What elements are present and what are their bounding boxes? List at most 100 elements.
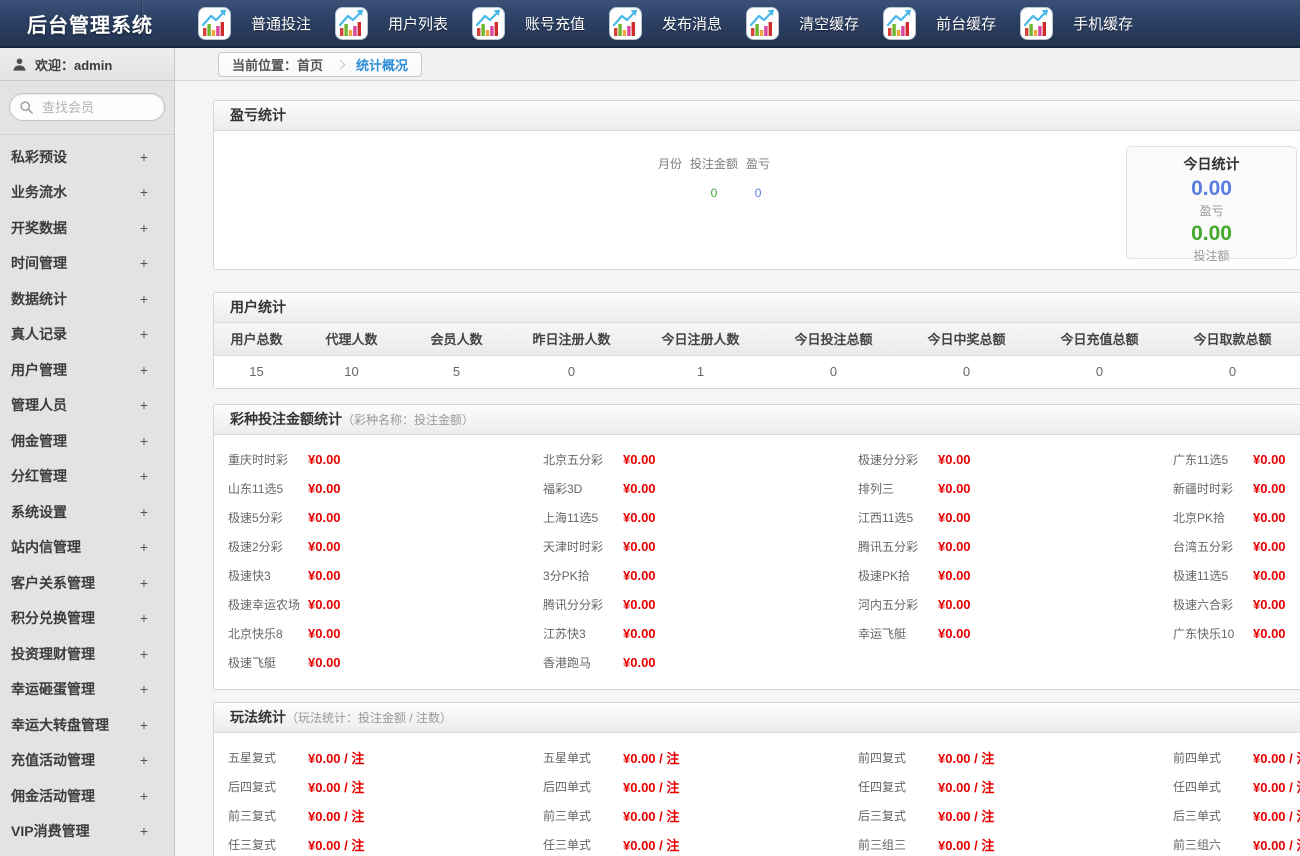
today-profit-label: 盈亏: [1199, 204, 1224, 218]
sidebar-item-administrators[interactable]: 管理人员 +: [0, 388, 174, 424]
breadcrumb: 当前位置：首页 统计概况: [218, 51, 423, 77]
expand-plus-icon: +: [139, 326, 148, 343]
expand-plus-icon: +: [139, 752, 148, 769]
sidebar-item-private-lottery-preset[interactable]: 私彩预设 +: [0, 139, 174, 175]
expand-plus-icon: +: [139, 716, 148, 733]
user-stats-table: 用户总数 代理人数 会员人数 昨日注册人数 今日注册人数 今日投注总额 今日中奖…: [214, 323, 1300, 388]
breadcrumb-current[interactable]: 统计概况: [356, 55, 408, 74]
sidebar-item-time-management[interactable]: 时间管理 +: [0, 246, 174, 282]
expand-plus-icon: +: [139, 787, 148, 804]
play-stat: 后四单式 ¥0.00 / 注: [543, 780, 680, 795]
breadcrumb-home[interactable]: 当前位置：首页: [232, 55, 323, 74]
topnav-item-label: 前台缓存: [936, 15, 997, 33]
topnav-item-label: 发布消息: [662, 15, 723, 33]
lottery-stat: 3分PK拾 ¥0.00: [543, 568, 656, 583]
sidebar-item-recharge-activity[interactable]: 充值活动管理 +: [0, 743, 174, 779]
lottery-grid: 重庆时时彩 ¥0.00 北京五分彩 ¥0.00 极速分分彩 ¥0.00 广东11选5 ¥…: [214, 435, 1300, 689]
expand-plus-icon: +: [139, 184, 148, 201]
topnav-item-mobile-cache[interactable]: 手机缓存: [1020, 6, 1133, 40]
lottery-stat: 河内五分彩 ¥0.00: [858, 597, 971, 612]
play-stat: 前三单式 ¥0.00 / 注: [543, 809, 680, 824]
lottery-amount-panel: 彩种投注金额统计（彩种名称：投注金额） 重庆时时彩 ¥0.00 北京五分彩 ¥0.0…: [213, 404, 1300, 690]
profit-chart-area: 月份 投注金额 0 盈亏 0 今日统计 0.00 盈亏 0.00 投注额: [214, 131, 1300, 269]
bar-chart-icon: [609, 6, 643, 40]
play-stat: 前三组三 ¥0.00 / 注: [858, 838, 995, 853]
topnav-item-user-list[interactable]: 用户列表: [335, 6, 449, 40]
lottery-stat: 极速5分彩 ¥0.00: [228, 510, 341, 525]
bar-chart-icon: [198, 6, 231, 40]
cell-value: 10: [299, 355, 404, 388]
expand-plus-icon: +: [139, 397, 148, 414]
sidebar: 欢迎：admin 私彩预设+ 业务流水+ 开奖数据+ 时间管理+ 数据统计+ 真…: [0, 48, 175, 856]
topnav-item-account-recharge[interactable]: 账号充值: [472, 6, 586, 40]
sidebar-item-commission-management[interactable]: 佣金管理 +: [0, 423, 174, 459]
lottery-stat: 香港跑马 ¥0.00: [543, 655, 656, 670]
col-header: 昨日注册人数: [509, 323, 634, 356]
lottery-stat: 幸运飞艇 ¥0.00: [858, 626, 971, 641]
sidebar-item-business-flow[interactable]: 业务流水 +: [0, 175, 174, 211]
sidebar-item-draw-data[interactable]: 开奖数据 +: [0, 210, 174, 246]
play-stat: 后四复式 ¥0.00 / 注: [228, 780, 365, 795]
search-icon: [20, 101, 33, 114]
legend-profit-value: 0: [754, 186, 762, 200]
bar-chart-icon: [746, 6, 780, 40]
bar-chart-icon: [472, 6, 506, 40]
lottery-panel-title: 彩种投注金额统计: [230, 411, 342, 427]
topnav-item-label: 账号充值: [525, 15, 586, 33]
today-profit-value: 0.00: [1191, 177, 1232, 200]
topnav-item-clear-cache[interactable]: 清空缓存: [746, 6, 859, 40]
play-stat: 任三单式 ¥0.00 / 注: [543, 838, 680, 853]
col-header: 今日投注总额: [767, 323, 900, 356]
sidebar-item-points-exchange[interactable]: 积分兑换管理 +: [0, 601, 174, 637]
topnav-item-normal-bet[interactable]: 普通投注: [198, 6, 311, 40]
lottery-stat: 极速幸运农场 ¥0.00: [228, 597, 341, 612]
sidebar-item-dividend-management[interactable]: 分红管理 +: [0, 459, 174, 495]
lottery-stat: 腾讯分分彩 ¥0.00: [543, 597, 656, 612]
chevron-right-icon: [335, 59, 346, 69]
expand-plus-icon: +: [139, 681, 148, 698]
lottery-stat: 重庆时时彩 ¥0.00: [228, 452, 341, 467]
sidebar-item-user-management[interactable]: 用户管理 +: [0, 352, 174, 388]
lottery-stat: 北京五分彩 ¥0.00: [543, 452, 656, 467]
sidebar-item-vip-consumption[interactable]: VIP消费管理 +: [0, 814, 174, 850]
sidebar-item-crm[interactable]: 客户关系管理 +: [0, 565, 174, 601]
legend-bet-header: 投注金额: [690, 157, 739, 171]
lottery-stat: 排列三 ¥0.00: [858, 481, 971, 496]
expand-plus-icon: +: [139, 503, 148, 520]
lottery-stat: 江西11选5 ¥0.00: [858, 510, 971, 525]
today-stats-title: 今日统计: [1183, 156, 1240, 172]
sidebar-item-lucky-egg[interactable]: 幸运砸蛋管理 +: [0, 672, 174, 708]
sidebar-item-site-message[interactable]: 站内信管理 +: [0, 530, 174, 566]
topnav-item-publish-message[interactable]: 发布消息: [609, 6, 723, 40]
legend-bet-value: 0: [710, 186, 718, 200]
lottery-stat: 广东快乐10 ¥0.00: [1173, 626, 1286, 641]
expand-plus-icon: +: [139, 432, 148, 449]
topnav-item-label: 用户列表: [388, 15, 449, 33]
sidebar-item-system-settings[interactable]: 系统设置 +: [0, 494, 174, 530]
user-stats-panel: 用户统计 用户总数 代理人数 会员人数 昨日注册人数 今日注册人数 今日投注总额: [213, 292, 1300, 389]
expand-plus-icon: +: [139, 645, 148, 662]
lottery-stat: 极速PK拾 ¥0.00: [858, 568, 971, 583]
expand-plus-icon: +: [139, 361, 148, 378]
play-stat: 前三复式 ¥0.00 / 注: [228, 809, 365, 824]
bar-chart-icon: [883, 6, 917, 40]
bar-chart-icon: [1020, 6, 1054, 40]
plays-grid: 五星复式 ¥0.00 / 注 五星单式 ¥0.00 / 注 前四复式 ¥0.00 / …: [214, 733, 1300, 856]
topnav-item-front-cache[interactable]: 前台缓存: [883, 6, 997, 40]
expand-plus-icon: +: [139, 219, 148, 236]
play-stat: 五星复式 ¥0.00 / 注: [228, 751, 365, 766]
user-icon: [13, 58, 26, 71]
lottery-stat: 广东11选5 ¥0.00: [1173, 452, 1286, 467]
sidebar-item-live-records[interactable]: 真人记录 +: [0, 317, 174, 353]
lottery-panel-subtitle: （彩种名称：投注金额）: [342, 413, 475, 427]
sidebar-item-commission-activity[interactable]: 佣金活动管理 +: [0, 778, 174, 814]
sidebar-item-data-statistics[interactable]: 数据统计 +: [0, 281, 174, 317]
sidebar-item-investment[interactable]: 投资理财管理 +: [0, 636, 174, 672]
profit-panel: 盈亏统计 月份 投注金额 0 盈亏 0 今日统计 0.00 盈亏 0.00 投注…: [213, 100, 1300, 270]
sidebar-item-lucky-wheel[interactable]: 幸运大转盘管理 +: [0, 707, 174, 743]
expand-plus-icon: +: [139, 255, 148, 272]
legend-profit-header: 盈亏: [746, 157, 771, 171]
cell-value: 0: [509, 355, 634, 388]
lottery-stat: 极速快3 ¥0.00: [228, 568, 341, 583]
today-bet-value: 0.00: [1191, 222, 1232, 245]
